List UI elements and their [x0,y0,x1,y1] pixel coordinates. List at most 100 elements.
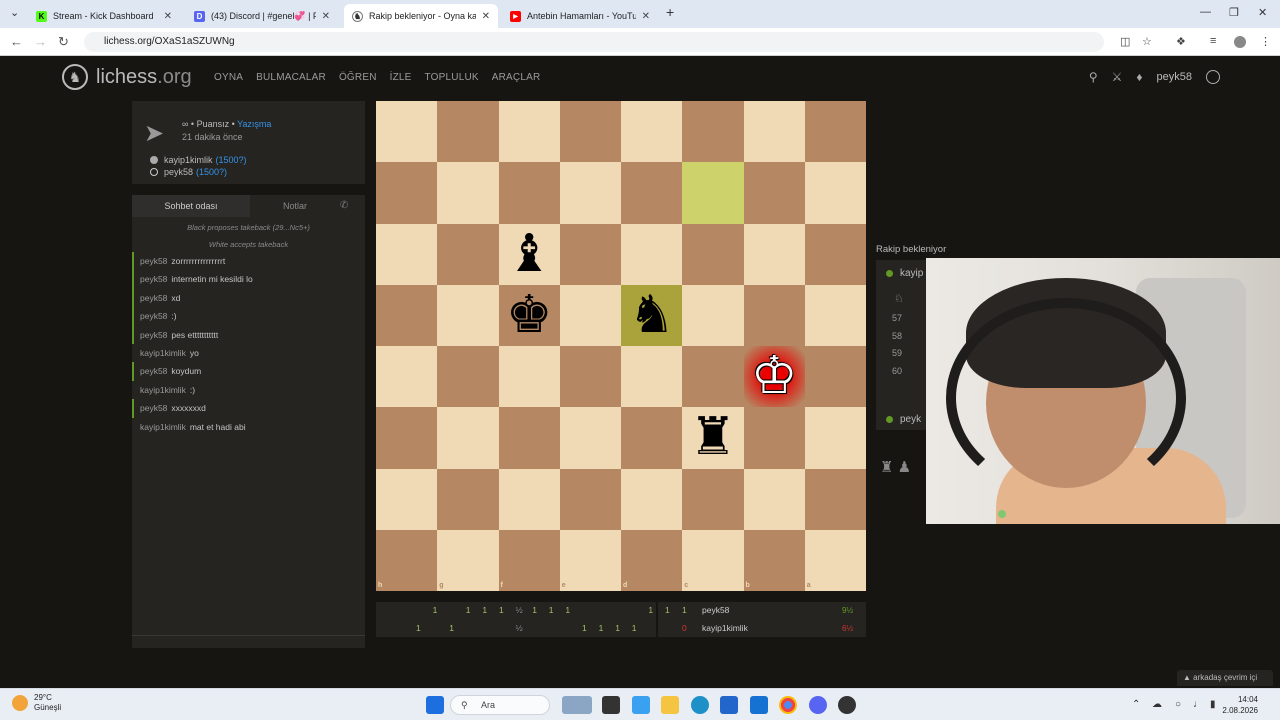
board-square[interactable] [804,468,866,530]
new-tab-icon[interactable]: + [666,4,674,20]
board-square[interactable] [559,284,621,346]
board-square[interactable] [559,223,621,285]
close-icon[interactable]: ✕ [482,11,490,22]
chat-input[interactable] [132,635,365,636]
bookmark-star-icon[interactable]: ☆ [1142,35,1152,48]
board-square[interactable] [559,529,621,591]
install-icon[interactable]: ◫ [1120,35,1130,48]
board-square[interactable] [804,407,866,469]
nav-puzzles[interactable]: BULMACALAR [256,72,326,83]
board-square[interactable] [682,223,744,285]
menu-icon[interactable]: ⋮ [1260,35,1271,48]
board-square[interactable] [376,223,438,285]
reading-list-icon[interactable]: ≡ [1210,35,1216,47]
tab-discord[interactable]: D (43) Discord | #genel💞 | P ✕ [186,4,338,28]
network-icon[interactable]: ☁ [1152,699,1162,710]
board-square[interactable] [621,223,683,285]
player-black[interactable]: kayip1kimlik (1500?) [150,155,247,165]
tab-notes[interactable]: Notlar [250,195,340,217]
board-square[interactable] [559,162,621,224]
taskbar-search[interactable]: ⚲ Ara [450,695,550,715]
board-square[interactable] [743,468,805,530]
board-square[interactable] [437,223,499,285]
close-icon[interactable]: ✕ [642,11,650,22]
board-square[interactable] [804,223,866,285]
forward-icon[interactable]: → [34,34,47,49]
black-king-icon[interactable]: ♚ [499,285,560,346]
tab-chat-room[interactable]: Sohbet odası [132,195,250,217]
board-square[interactable] [376,346,438,408]
nav-play[interactable]: OYNA [214,72,243,83]
url-input[interactable]: lichess.org/OXaS1aSZUWNg [84,32,1104,52]
clock[interactable]: 14:04 2.08.2026 [1222,694,1258,716]
board-square[interactable] [376,162,438,224]
board-square[interactable] [437,284,499,346]
nav-watch[interactable]: İZLE [390,72,412,83]
board-square[interactable] [559,346,621,408]
board-square[interactable] [376,407,438,469]
score-player-name[interactable]: kayip1kimlik [702,620,748,637]
close-icon[interactable]: ✕ [164,11,172,22]
board-square[interactable] [621,346,683,408]
black-knight-icon[interactable]: ♞ [621,285,682,346]
board-square[interactable] [376,529,438,591]
board-square[interactable] [498,407,560,469]
chat-username[interactable]: kayip1kimlik [140,348,186,358]
bottom-player-name[interactable]: peyk [900,414,921,425]
correspondence-link[interactable]: Yazışma [237,119,271,129]
mic-icon[interactable]: ○ [1175,699,1181,710]
board-square[interactable] [682,529,744,591]
user-menu[interactable]: peyk58 [1157,71,1192,83]
board-square[interactable] [682,162,744,224]
back-icon[interactable]: ← [10,34,23,49]
board-square[interactable] [621,162,683,224]
board-square[interactable] [682,284,744,346]
board-square[interactable] [743,284,805,346]
weather-widget[interactable]: 29°C Güneşli [12,693,61,713]
board-square[interactable] [682,468,744,530]
chat-username[interactable]: peyk58 [140,366,167,376]
battery-icon[interactable]: ▮ [1210,699,1216,710]
bell-icon[interactable]: ♦ [1136,70,1142,84]
tab-search-icon[interactable]: ⌄ [10,6,19,19]
phone-icon[interactable]: ✆ [340,195,348,217]
board-square[interactable] [498,101,560,163]
user-avatar-icon[interactable] [1206,70,1220,84]
board-square[interactable] [804,101,866,163]
friends-online-button[interactable]: ▲ arkadaş çevrim içi [1177,670,1273,686]
search-icon[interactable]: ⚲ [1089,70,1098,84]
board-square[interactable] [621,468,683,530]
board-square[interactable] [437,468,499,530]
chat-username[interactable]: peyk58 [140,293,167,303]
top-player-name[interactable]: kayip [900,268,923,279]
board-square[interactable] [621,407,683,469]
board-square[interactable] [498,346,560,408]
chat-username[interactable]: peyk58 [140,274,167,284]
discord-taskbar-icon[interactable] [809,696,827,714]
score-player-name[interactable]: peyk58 [702,602,729,619]
board-square[interactable] [498,162,560,224]
chat-username[interactable]: kayip1kimlik [140,385,186,395]
tray-overflow-icon[interactable]: ⌃ [1132,699,1140,710]
move-list-icon[interactable]: ♘ [894,292,904,305]
nav-tools[interactable]: ARAÇLAR [492,72,541,83]
speaker-icon[interactable]: ♩ [1193,699,1203,710]
chat-username[interactable]: peyk58 [140,403,167,413]
chrome-icon[interactable] [779,696,797,714]
board-square[interactable] [682,346,744,408]
black-bishop-icon[interactable]: ♝ [499,224,560,285]
board-square[interactable] [743,529,805,591]
board-square[interactable] [437,407,499,469]
tab-lichess[interactable]: ♞ Rakip bekleniyor - Oyna kayip1 ✕ [344,4,498,28]
outlook-icon[interactable] [750,696,768,714]
board-square[interactable] [743,101,805,163]
store-icon[interactable] [720,696,738,714]
player-white[interactable]: peyk58 (1500?) [150,167,227,177]
chess-board[interactable]: 1 2 3 4 5 6 7 8 h g f e d c b a ♝ ♚ ♞ ♔ ♜ [376,101,866,591]
board-square[interactable] [559,407,621,469]
windows-start-icon[interactable] [426,696,444,714]
nav-learn[interactable]: ÖĞREN [339,72,377,83]
board-square[interactable] [498,468,560,530]
edge-icon[interactable] [691,696,709,714]
task-view-icon[interactable] [602,696,620,714]
